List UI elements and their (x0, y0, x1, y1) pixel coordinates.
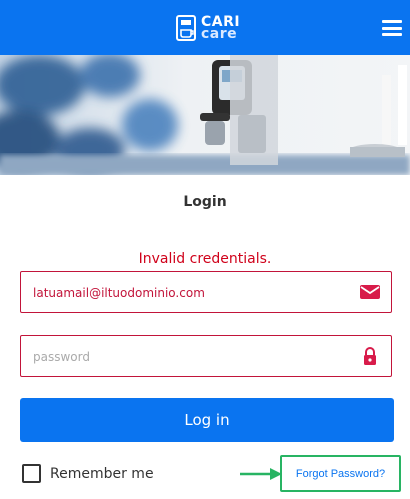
menu-bar (382, 33, 402, 36)
arrow-right-icon (240, 468, 282, 480)
envelope-icon (360, 285, 380, 299)
device-logo-icon (176, 15, 196, 41)
remember-me-checkbox[interactable]: Remember me (22, 464, 154, 483)
menu-bar (382, 20, 402, 23)
password-field-container (20, 335, 392, 378)
forgot-password-link[interactable]: Forgot Password? (296, 468, 385, 480)
checkbox-box[interactable] (22, 464, 41, 483)
brand-line2: care (201, 26, 238, 42)
hamburger-menu-icon[interactable] (382, 20, 402, 36)
brand-logo[interactable]: CARI care (176, 13, 240, 43)
app-header: CARI care (0, 0, 410, 55)
login-button[interactable]: Log in (20, 398, 394, 442)
email-field[interactable] (31, 272, 355, 314)
hero-image (0, 55, 410, 175)
menu-bar (382, 26, 402, 30)
lock-icon (364, 347, 376, 365)
brand-name: CARI care (201, 15, 240, 42)
remember-me-label: Remember me (50, 465, 154, 482)
espresso-machine-photo (0, 55, 410, 175)
page-title: Login (183, 194, 227, 210)
email-field-container (20, 271, 392, 314)
error-message: Invalid credentials. (138, 251, 272, 267)
password-field[interactable] (31, 336, 355, 378)
forgot-password-highlight: Forgot Password? (280, 455, 401, 492)
